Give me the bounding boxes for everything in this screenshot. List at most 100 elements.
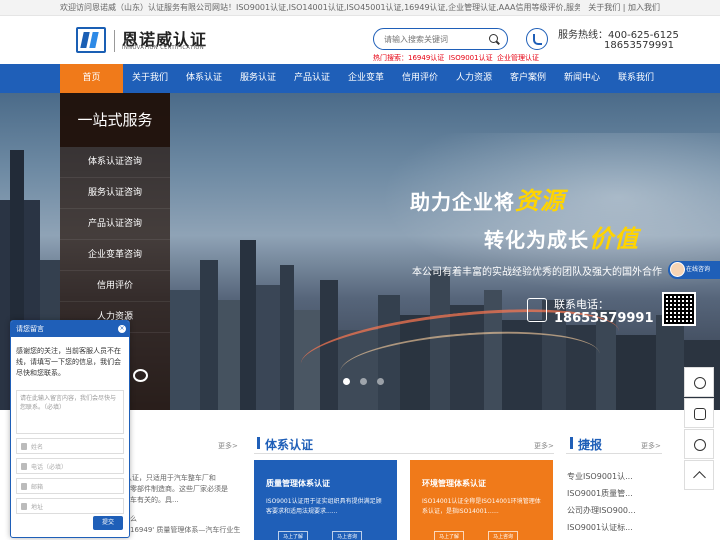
left-news-fragment: 49认证，只适用于汽车整车厂和 bbox=[116, 474, 216, 482]
nav-service-cert[interactable]: 服务认证 bbox=[231, 64, 285, 93]
float-top-button[interactable] bbox=[684, 460, 714, 490]
card-description: ISO14001认证全称是ISO14001环境管理体系认证，是指ISO14001… bbox=[422, 498, 541, 515]
banner-slogan-1: 助力企业将资源 bbox=[410, 181, 565, 216]
slogan-1-emphasis: 资源 bbox=[515, 187, 565, 215]
nav-product-cert[interactable]: 产品认证 bbox=[285, 64, 339, 93]
submit-button[interactable]: 提交 bbox=[93, 516, 123, 530]
news-item[interactable]: 专业ISO9001认... bbox=[567, 468, 662, 485]
chat-icon bbox=[694, 439, 706, 451]
carousel-dot[interactable] bbox=[360, 378, 367, 385]
name-field[interactable]: 姓名 bbox=[16, 438, 124, 454]
leave-message-popup: 请您留言 × 感谢您的关注，当前客服人员不在线，请填写一下您的信息，我们会尽快和… bbox=[10, 320, 130, 538]
building bbox=[200, 260, 218, 410]
user-icon bbox=[21, 443, 27, 450]
learn-more-button[interactable]: 马上了解 bbox=[434, 531, 465, 540]
left-news-fragment: 16949' 质量管理体系—汽车行业生 bbox=[130, 526, 241, 534]
welcome-text: 欢迎访问恩诺威（山东）认证服务有限公司网站！ISO9001认证,ISO14001… bbox=[60, 3, 580, 12]
chat-message: 感谢您的关注，当前客服人员不在线，请填写一下您的信息，我们会尽快和您联系。 bbox=[16, 347, 121, 377]
building bbox=[218, 300, 240, 410]
hot-term-iso9001[interactable]: ISO9001认证 bbox=[449, 54, 493, 62]
mail-icon bbox=[21, 483, 27, 490]
nav-cases[interactable]: 客户案例 bbox=[501, 64, 555, 93]
nav-credit[interactable]: 信用评价 bbox=[393, 64, 447, 93]
carousel-dot[interactable] bbox=[377, 378, 384, 385]
field-placeholder: 邮箱 bbox=[31, 484, 44, 491]
close-icon[interactable]: × bbox=[118, 325, 126, 333]
system-more-link[interactable]: 更多> bbox=[534, 441, 554, 451]
news-item[interactable]: ISO9001质量管... bbox=[567, 485, 662, 502]
online-consult-button[interactable]: 在线咨询 bbox=[668, 261, 720, 279]
nav-about[interactable]: 关于我们 bbox=[123, 64, 177, 93]
building bbox=[256, 285, 280, 410]
nav-news[interactable]: 新闻中心 bbox=[555, 64, 609, 93]
news-list: 专业ISO9001认... ISO9001质量管... 公司办理ISO900..… bbox=[567, 468, 662, 536]
nav-contact[interactable]: 联系我们 bbox=[609, 64, 663, 93]
contact-phone-icon bbox=[527, 298, 547, 322]
message-textarea[interactable]: 请在此输入留言内容，我们会尽快与您联系。（必填） bbox=[16, 390, 124, 434]
banner-contact-label: 联系电话： bbox=[554, 298, 609, 311]
news-more-link[interactable]: 更多> bbox=[641, 441, 661, 451]
card-title: 环境管理体系认证 bbox=[422, 479, 486, 488]
side-item-system-consult[interactable]: 体系认证咨询 bbox=[60, 147, 170, 178]
side-item-credit[interactable]: 信用评价 bbox=[60, 271, 170, 302]
side-item-change-consult[interactable]: 企业变革咨询 bbox=[60, 240, 170, 271]
weibo-icon[interactable] bbox=[133, 369, 148, 382]
consult-now-button[interactable]: 马上咨询 bbox=[488, 531, 519, 540]
email-field[interactable]: 邮箱 bbox=[16, 478, 124, 494]
qr-code-icon bbox=[694, 408, 706, 420]
online-consult-label: 在线咨询 bbox=[686, 266, 711, 273]
section-divider bbox=[254, 453, 554, 454]
phone-field[interactable]: 电话（必填） bbox=[16, 458, 124, 474]
search-input[interactable] bbox=[384, 32, 484, 46]
location-icon bbox=[21, 503, 27, 510]
nav-enterprise-change[interactable]: 企业变革 bbox=[339, 64, 393, 93]
arrow-up-icon bbox=[693, 471, 706, 484]
left-more-link[interactable]: 更多> bbox=[218, 441, 238, 451]
side-item-service-consult[interactable]: 服务认证咨询 bbox=[60, 178, 170, 209]
top-links[interactable]: 关于我们 | 加入我们 bbox=[588, 0, 660, 16]
address-field[interactable]: 地址 bbox=[16, 498, 124, 514]
chat-header: 请您留言 × bbox=[11, 321, 129, 337]
side-menu-title: 一站式服务 bbox=[60, 93, 170, 147]
nav-hr[interactable]: 人力资源 bbox=[447, 64, 501, 93]
hot-term-management[interactable]: 企业管理认证 bbox=[497, 54, 539, 62]
card-quality-management[interactable]: 质量管理体系认证 ISO9001认证用于证实组织具有提供满足顾客要求和适用法规要… bbox=[254, 460, 397, 540]
news-item[interactable]: 公司办理ISO900... bbox=[567, 502, 662, 519]
section-divider bbox=[566, 453, 662, 454]
carousel-dots bbox=[343, 378, 384, 385]
carousel-dot[interactable] bbox=[343, 378, 350, 385]
avatar bbox=[670, 262, 685, 277]
card-title: 质量管理体系认证 bbox=[266, 479, 330, 488]
search-icon[interactable] bbox=[489, 34, 498, 43]
card-description: ISO9001认证用于证实组织具有提供满足顾客要求和适用法规要求...... bbox=[266, 498, 382, 515]
logo-icon[interactable] bbox=[76, 27, 106, 53]
nav-system-cert[interactable]: 体系认证 bbox=[177, 64, 231, 93]
header: 恩诺威认证 INNOVATION CERTIFICATION 热门搜索：1694… bbox=[0, 16, 720, 64]
hot-search-label: 热门搜索： bbox=[373, 54, 408, 62]
building bbox=[616, 335, 656, 410]
nav-home[interactable]: 首页 bbox=[60, 64, 123, 93]
float-chat-button[interactable] bbox=[684, 429, 714, 459]
search-box bbox=[373, 28, 508, 50]
hotline-label: 服务热线： bbox=[558, 30, 608, 41]
float-qr-button[interactable] bbox=[684, 398, 714, 428]
consult-now-button[interactable]: 马上咨询 bbox=[332, 531, 363, 540]
field-placeholder: 地址 bbox=[31, 504, 44, 511]
left-news-fragment: 直接零部件制造商。这些厂家必须是 bbox=[116, 485, 228, 493]
hot-term-16949[interactable]: 16949认证 bbox=[408, 54, 444, 62]
learn-more-button[interactable]: 马上了解 bbox=[278, 531, 309, 540]
slogan-2-text: 转化为成长 bbox=[484, 228, 589, 252]
building bbox=[240, 240, 256, 410]
side-item-product-consult[interactable]: 产品认证咨询 bbox=[60, 209, 170, 240]
slogan-1-text: 助力企业将 bbox=[410, 190, 515, 214]
phone-icon bbox=[526, 28, 548, 50]
banner-slogan-2: 转化为成长价值 bbox=[484, 219, 639, 254]
hot-search: 热门搜索：16949认证 ISO9001认证 企业管理认证 bbox=[373, 53, 539, 63]
news-item[interactable]: ISO9001认证标... bbox=[567, 519, 662, 536]
left-news-fragment: 么 bbox=[130, 515, 137, 523]
building bbox=[280, 265, 294, 410]
top-bar: 欢迎访问恩诺威（山东）认证服务有限公司网站！ISO9001认证,ISO14001… bbox=[0, 0, 720, 16]
float-phone-button[interactable] bbox=[684, 367, 714, 397]
card-environment-management[interactable]: 环境管理体系认证 ISO14001认证全称是ISO14001环境管理体系认证，是… bbox=[410, 460, 553, 540]
building bbox=[656, 315, 684, 410]
